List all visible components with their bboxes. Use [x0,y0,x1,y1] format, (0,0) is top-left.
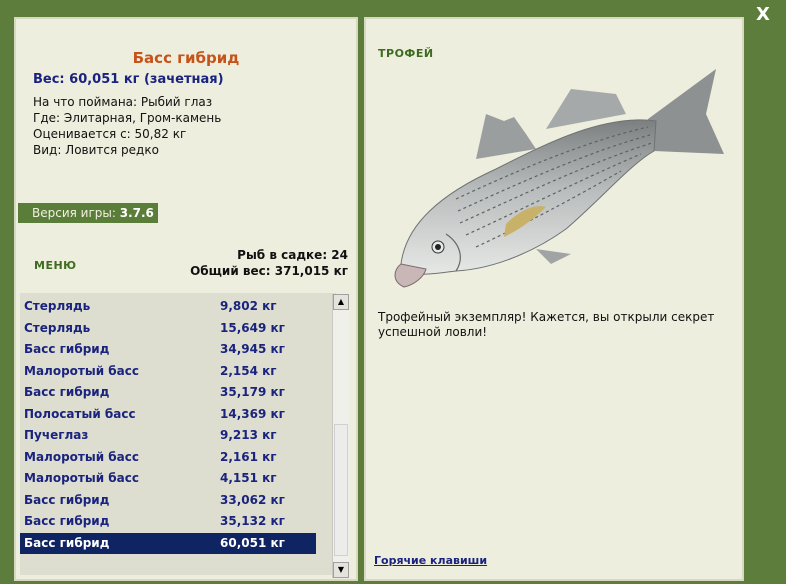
catch-list-row[interactable]: Малоротый басс 2,154 кг [20,361,316,382]
catch-list-row[interactable]: Малоротый басс 4,151 кг [20,468,316,489]
keepnet-total-weight: Общий вес: 371,015 кг [190,264,348,278]
version-number: 3.7.6 [119,206,154,220]
catch-list-row[interactable]: Басс гибрид 33,062 кг [20,490,316,511]
catch-fish-weight: 9,802 кг [220,299,277,313]
scroll-thumb[interactable] [334,424,348,556]
catch-list-row[interactable]: Стерлядь 15,649 кг [20,318,316,339]
catch-fish-weight: 15,649 кг [220,320,285,335]
striped-bass-fish-image [394,69,724,288]
catch-list-row[interactable]: Басс гибрид 35,179 кг [20,382,316,403]
catch-fish-weight: 2,161 кг [220,449,277,464]
catch-fish-weight: 4,151 кг [220,471,277,485]
menu-button[interactable]: МЕНЮ [34,259,77,272]
catch-fish-weight: 2,154 кг [220,363,277,378]
trophy-panel: ТРОФЕЙ Трофейный экземпляр! Кажется, вы … [364,17,744,581]
bait-info: На что поймана: Рыбий глаз [33,95,213,109]
close-button[interactable]: X [752,4,774,26]
game-window: X Басс гибрид Вес: 60,051 кг (зачетная) … [0,0,786,584]
catch-fish-weight: 35,132 кг [220,514,285,528]
catch-fish-weight: 9,213 кг [220,428,277,442]
fish-name: Басс гибрид [132,49,240,67]
scroll-up-arrow-icon[interactable]: ▲ [333,294,349,310]
catch-list-row[interactable]: Малоротый басс 2,161 кг [20,447,316,468]
catch-list-row[interactable]: Басс гибрид 35,132 кг [20,511,316,532]
rarity-info: Вид: Ловится редко [33,143,159,157]
catch-list-row[interactable]: Басс гибрид 60,051 кг [20,532,316,554]
catch-list-row[interactable]: Стерлядь 9,802 кг [20,296,316,317]
game-version-badge: Версия игры: 3.7.6 [18,203,158,223]
catch-fish-name: Стерлядь [24,320,91,335]
catch-fish-weight: 60,051 кг [220,535,285,550]
catch-fish-name: Малоротый басс [24,471,140,485]
catch-fish-name: Басс гибрид [24,535,110,550]
version-label: Версия игры: [32,206,116,220]
value-info: Оценивается с: 50,82 кг [33,127,187,141]
catch-fish-weight: 33,062 кг [220,492,285,507]
catch-list-scrollbar[interactable]: ▲ ▼ [332,294,349,578]
hotkeys-link[interactable]: Горячие клавиши [374,554,487,567]
catch-fish-name: Басс гибрид [24,514,110,528]
catch-fish-name: Басс гибрид [24,492,110,507]
catch-list-row[interactable]: Басс гибрид 34,945 кг [20,339,316,360]
catch-fish-name: Полосатый басс [24,406,136,421]
fish-weight: Вес: 60,051 кг (зачетная) [33,72,224,87]
trophy-message: Трофейный экземпляр! Кажется, вы открыли… [378,310,715,339]
scroll-down-arrow-icon[interactable]: ▼ [333,562,349,578]
catch-fish-weight: 34,945 кг [220,342,285,356]
catch-fish-name: Малоротый басс [24,363,140,378]
catch-list-row[interactable]: Полосатый басс 14,369 кг [20,404,316,425]
catch-fish-name: Стерлядь [24,299,91,313]
catch-fish-name: Басс гибрид [24,385,110,399]
keepnet-count: Рыб в садке: 24 [237,248,348,262]
catch-fish-weight: 35,179 кг [220,385,285,399]
catch-fish-name: Басс гибрид [24,342,110,356]
catch-fish-name: Пучеглаз [24,428,89,442]
catch-fish-weight: 14,369 кг [220,406,285,421]
catch-list[interactable]: Стерлядь 9,802 кг Стерлядь 15,649 кг Басс ги… [20,293,336,575]
catch-list-row[interactable]: Пучеглаз 9,213 кг [20,425,316,446]
location-info: Где: Элитарная, Гром-камень [33,111,222,125]
catch-fish-name: Малоротый басс [24,449,140,464]
fish-info-panel: Басс гибрид Вес: 60,051 кг (зачетная) На… [14,17,358,581]
keepnet-summary: Рыб в садке: 24 Общий вес: 371,015 кг [190,247,348,279]
